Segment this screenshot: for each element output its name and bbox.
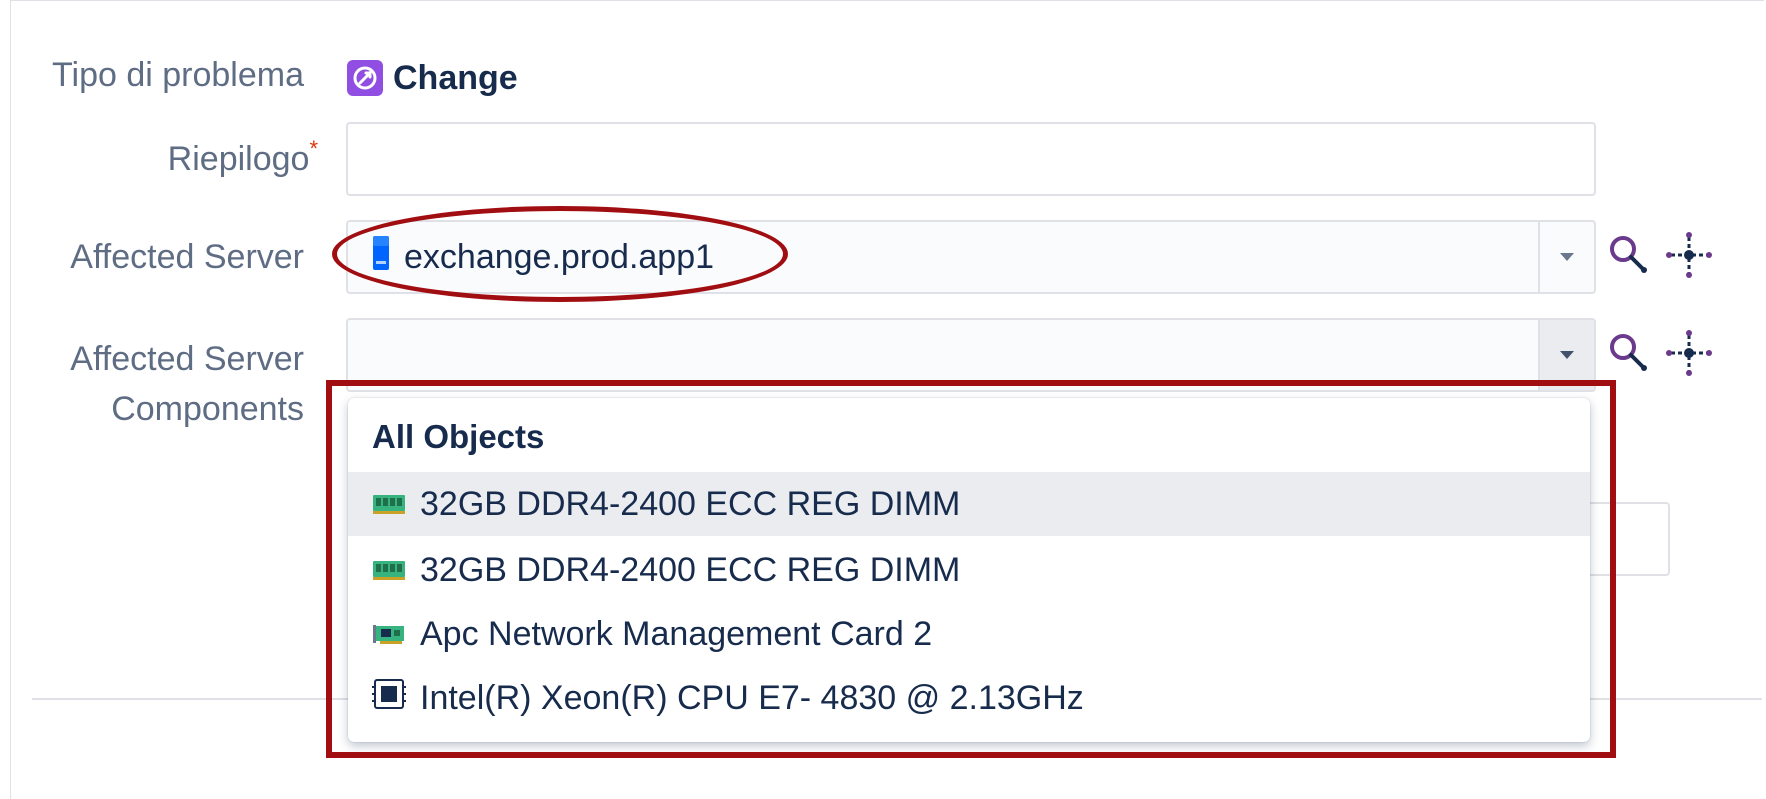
affected-components-dropdown-toggle[interactable] [1538, 320, 1594, 390]
cpu-chip-icon [372, 677, 406, 720]
summary-label-text: Riepilogo [167, 140, 310, 178]
search-icon[interactable] [1604, 328, 1654, 378]
network-card-icon [372, 615, 406, 654]
issue-type-name: Change [393, 58, 518, 97]
summary-input[interactable] [346, 122, 1596, 196]
issue-type-value[interactable]: Change [347, 58, 518, 98]
affected-components-label-line2: Components [111, 390, 304, 428]
chevron-down-icon [1560, 351, 1574, 359]
dropdown-option-label: Apc Network Management Card 2 [420, 614, 933, 653]
affected-server-dropdown-toggle[interactable] [1538, 222, 1594, 292]
search-icon[interactable] [1604, 230, 1654, 280]
dropdown-option-label: 32GB DDR4-2400 ECC REG DIMM [420, 550, 961, 589]
components-dropdown-menu: All Objects 32GB DDR4-2400 ECC REG DIMM … [348, 398, 1590, 742]
object-graph-icon[interactable] [1664, 230, 1714, 280]
dropdown-group-header: All Objects [372, 418, 545, 455]
server-icon [372, 235, 390, 280]
memory-module-icon [372, 551, 406, 590]
affected-server-label: Affected Server [70, 238, 304, 276]
issue-type-label: Tipo di problema [52, 56, 304, 94]
affected-components-select[interactable] [346, 318, 1596, 392]
chevron-down-icon [1560, 253, 1574, 261]
required-marker: * [309, 136, 318, 161]
affected-server-text: exchange.prod.app1 [404, 237, 715, 276]
dropdown-option[interactable]: 32GB DDR4-2400 ECC REG DIMM [348, 472, 1590, 536]
memory-module-icon [372, 485, 406, 524]
dropdown-option-label: 32GB DDR4-2400 ECC REG DIMM [420, 484, 961, 523]
change-issue-type-icon [347, 60, 383, 96]
dropdown-option[interactable]: Intel(R) Xeon(R) CPU E7- 4830 @ 2.13GHz [348, 666, 1590, 730]
object-graph-icon[interactable] [1664, 328, 1714, 378]
dropdown-option-label: Intel(R) Xeon(R) CPU E7- 4830 @ 2.13GHz [420, 678, 1084, 717]
affected-server-value: exchange.prod.app1 [372, 222, 714, 292]
affected-components-label: Affected Server Components [20, 334, 304, 434]
affected-components-label-line1: Affected Server [70, 340, 304, 378]
dropdown-option[interactable]: 32GB DDR4-2400 ECC REG DIMM [348, 538, 1590, 602]
dropdown-option[interactable]: Apc Network Management Card 2 [348, 602, 1590, 666]
summary-label: Riepilogo* [20, 136, 318, 179]
affected-server-select[interactable]: exchange.prod.app1 [346, 220, 1596, 294]
